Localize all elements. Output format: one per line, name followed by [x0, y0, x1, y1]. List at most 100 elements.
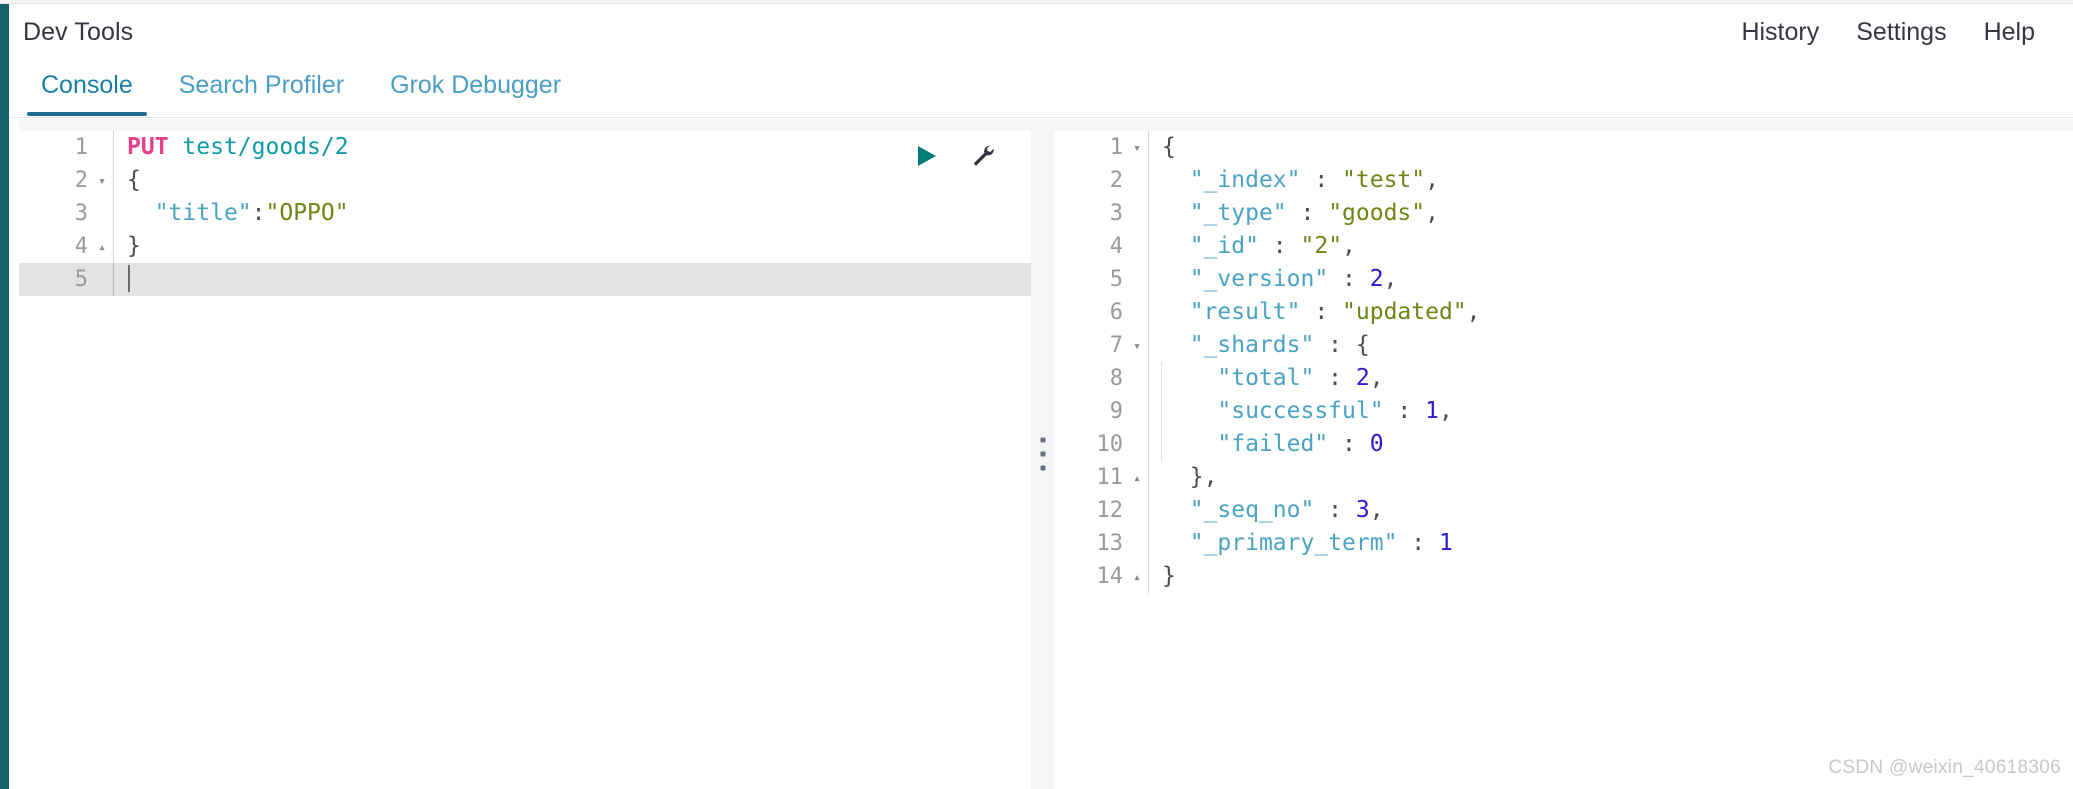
header-links: History Settings Help: [1741, 18, 2035, 47]
editor-topbar: [19, 119, 1031, 131]
console-body: 1 PUT test/goods/2 2 ▾{3 "title":"OPPO" 4 ▴} 5…: [9, 119, 2073, 789]
splitter-dot: [1040, 465, 1045, 471]
code-line[interactable]: 7 ▾ "_shards" : {: [1054, 329, 2073, 362]
line-number: 3: [74, 201, 88, 226]
code-text: "title":"OPPO": [113, 197, 1031, 230]
token: "failed": [1217, 431, 1329, 457]
token: "_shards": [1189, 332, 1315, 358]
code-line[interactable]: 1 PUT test/goods/2: [19, 131, 1031, 164]
code-line[interactable]: 3 "_type" : "goods",: [1054, 197, 2073, 230]
code-line[interactable]: 3 "title":"OPPO": [19, 197, 1031, 230]
help-link[interactable]: Help: [1984, 18, 2035, 47]
token: 1: [1425, 398, 1439, 424]
splitter-grip[interactable]: [1040, 437, 1045, 471]
line-number: 1: [1109, 135, 1123, 160]
token: ,: [1383, 266, 1398, 292]
fold-toggle-icon[interactable]: ▾: [1126, 329, 1148, 362]
tab-grok-debugger[interactable]: Grok Debugger: [367, 62, 584, 116]
tab-list: Console Search Profiler Grok Debugger: [18, 62, 584, 118]
fold-toggle-icon[interactable]: ▴: [1126, 461, 1148, 494]
code-line[interactable]: 9 "successful" : 1,: [1054, 395, 2073, 428]
request-editor-code[interactable]: 1 PUT test/goods/2 2 ▾{3 "title":"OPPO" 4 ▴} 5: [19, 131, 1031, 789]
line-number: 2: [1109, 168, 1123, 193]
console-tabbar: Console Search Profiler Grok Debugger: [9, 62, 2073, 118]
editor-actions: [909, 139, 999, 173]
response-viewer-pane[interactable]: 1 ▾{2 "_index" : "test", 3 "_type" : "good…: [1054, 119, 2073, 789]
token: }: [1189, 464, 1204, 490]
token: "updated": [1342, 299, 1467, 325]
line-number: 4: [74, 234, 88, 259]
code-text: "_version" : 2,: [1148, 263, 2073, 296]
text-cursor: [128, 265, 130, 292]
code-text: "successful" : 1,: [1148, 395, 2073, 428]
code-line[interactable]: 5 "_version" : 2,: [1054, 263, 2073, 296]
token: ,: [1203, 464, 1218, 490]
output-topbar: [1054, 119, 2073, 131]
code-text: PUT test/goods/2: [113, 131, 1031, 164]
token: 2: [1369, 266, 1384, 292]
line-number: 11: [1096, 465, 1124, 490]
fold-toggle-icon[interactable]: ▴: [91, 230, 113, 263]
code-text: {: [1148, 131, 2073, 164]
response-viewer-code[interactable]: 1 ▾{2 "_index" : "test", 3 "_type" : "good…: [1054, 131, 2073, 789]
token: ,: [1438, 398, 1453, 424]
code-line[interactable]: 2 "_index" : "test",: [1054, 164, 2073, 197]
fold-toggle-icon[interactable]: ▾: [1126, 131, 1148, 164]
token: "2": [1300, 233, 1343, 259]
token: ,: [1466, 299, 1481, 325]
token: "_index": [1189, 167, 1301, 193]
history-link[interactable]: History: [1741, 18, 1819, 47]
run-request-button[interactable]: [909, 139, 943, 173]
line-number: 7: [1109, 333, 1123, 358]
code-line[interactable]: 4 "_id" : "2",: [1054, 230, 2073, 263]
token: "goods": [1328, 200, 1426, 226]
settings-link[interactable]: Settings: [1856, 18, 1946, 47]
code-line[interactable]: 12 "_seq_no" : 3,: [1054, 494, 2073, 527]
request-options-button[interactable]: [965, 139, 999, 173]
code-line[interactable]: 6 "result" : "updated",: [1054, 296, 2073, 329]
code-line[interactable]: 8 "total" : 2,: [1054, 362, 2073, 395]
token: 3: [1355, 497, 1370, 523]
code-line[interactable]: 10 "failed" : 0: [1054, 428, 2073, 461]
code-line[interactable]: 1 ▾ {: [1054, 131, 2073, 164]
line-number: 1: [74, 135, 88, 160]
token: "total": [1217, 365, 1315, 391]
tab-console[interactable]: Console: [18, 62, 156, 116]
line-number: 10: [1096, 432, 1124, 457]
fold-toggle-icon[interactable]: ▴: [1126, 560, 1148, 593]
token: "_id": [1189, 233, 1259, 259]
pane-splitter[interactable]: [1031, 119, 1054, 789]
line-number: 2: [74, 168, 88, 193]
token: :: [1314, 497, 1356, 523]
code-text: "_primary_term" : 1: [1148, 527, 2073, 560]
request-editor-pane[interactable]: 1 PUT test/goods/2 2 ▾{3 "title":"OPPO" 4 ▴} 5: [19, 119, 1031, 789]
token: }: [127, 233, 141, 259]
code-line[interactable]: 2 ▾ {: [19, 164, 1031, 197]
token: {: [127, 167, 141, 193]
token: "test": [1342, 167, 1426, 193]
code-line[interactable]: 11 ▴ },: [1054, 461, 2073, 494]
code-line[interactable]: 5: [19, 263, 1031, 296]
splitter-dot: [1040, 437, 1045, 443]
token: ,: [1425, 200, 1439, 226]
tab-search-profiler[interactable]: Search Profiler: [156, 62, 367, 116]
code-line[interactable]: 4 ▴}: [19, 230, 1031, 263]
token: ,: [1342, 233, 1356, 259]
code-line[interactable]: 13 "_primary_term" : 1: [1054, 527, 2073, 560]
fold-toggle-icon[interactable]: ▾: [91, 164, 113, 197]
code-line[interactable]: 14 ▴}: [1054, 560, 2073, 593]
